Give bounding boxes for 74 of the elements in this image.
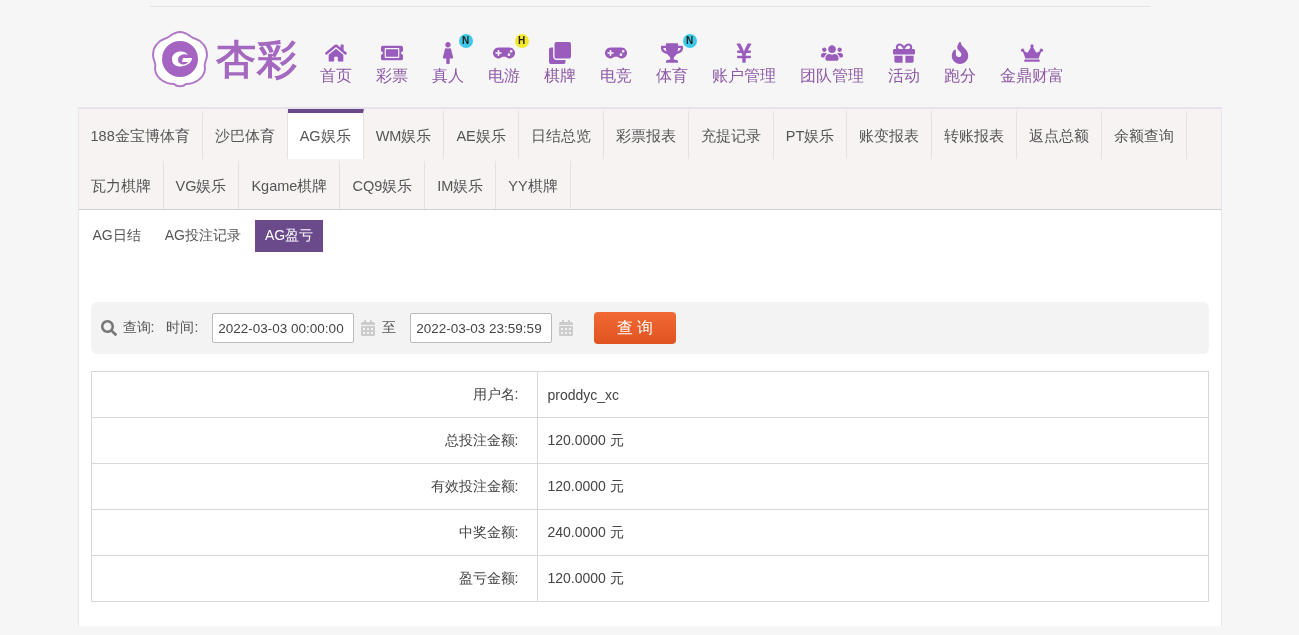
report-tab[interactable]: YY棋牌 xyxy=(496,159,571,209)
report-tab[interactable]: AG娱乐 xyxy=(287,109,364,159)
query-label: 查询: xyxy=(122,319,155,337)
nav-label: 棋牌 xyxy=(543,65,576,86)
nav-item[interactable]: 彩票 xyxy=(363,31,420,87)
nav-item[interactable]: 棋牌 xyxy=(531,31,588,87)
nav-item[interactable]: 首页 xyxy=(307,31,364,87)
nav-icon xyxy=(660,41,683,64)
nav-label: 彩票 xyxy=(375,65,408,86)
logo-emblem-icon xyxy=(149,29,210,89)
nav-item[interactable]: H 电游 xyxy=(475,31,532,87)
report-tab[interactable]: 188金宝博体育 xyxy=(78,109,203,159)
sub-tab[interactable]: AG盈亏 xyxy=(254,220,324,252)
field-label: 有效投注金额: xyxy=(91,464,538,509)
calendar-icon[interactable] xyxy=(360,320,377,336)
nav-label: 团队管理 xyxy=(799,65,864,86)
report-tab[interactable]: 返点总额 xyxy=(1017,109,1103,159)
report-tab[interactable]: 日结总览 xyxy=(518,109,604,159)
field-label: 总投注金额: xyxy=(91,418,538,463)
report-tab[interactable]: PT娱乐 xyxy=(773,109,848,159)
report-tab[interactable]: 充提记录 xyxy=(688,109,774,159)
field-value: proddyc_xc xyxy=(546,385,621,405)
nav-label: 账户管理 xyxy=(711,65,776,86)
nav-icon xyxy=(548,41,571,64)
report-tab[interactable]: WM娱乐 xyxy=(363,109,445,159)
field-value: 120.0000 元 xyxy=(546,430,625,450)
field-label: 用户名: xyxy=(91,372,538,417)
nav-item[interactable]: N 体育 xyxy=(643,31,700,87)
report-tab[interactable]: 转账报表 xyxy=(932,109,1018,159)
time-label: 时间: xyxy=(166,319,199,337)
nav-icon xyxy=(892,41,915,64)
nav-item[interactable]: 活动 xyxy=(875,31,932,87)
nav-item[interactable]: 团队管理 xyxy=(787,31,876,87)
end-time-field[interactable]: 2022-03-03 23:59:59 xyxy=(410,313,553,343)
nav-item[interactable]: N 真人 xyxy=(419,31,476,87)
nav-item[interactable]: 电竞 xyxy=(587,31,644,87)
nav-label: 体育 xyxy=(655,65,688,86)
nav-label: 电竞 xyxy=(599,65,632,86)
sub-tab[interactable]: AG日结 xyxy=(82,220,151,252)
nav-item[interactable]: 账户管理 xyxy=(699,31,788,87)
report-tab[interactable]: Kgame棋牌 xyxy=(239,159,341,209)
field-label: 中奖金额: xyxy=(91,510,538,555)
nav-label: 首页 xyxy=(319,65,352,86)
logo-text[interactable]: 杏彩 xyxy=(215,31,298,87)
report-tab[interactable]: 彩票报表 xyxy=(603,109,689,159)
nav-badge: H xyxy=(514,33,529,48)
report-tab[interactable]: 瓦力棋牌 xyxy=(78,159,164,209)
range-separator: 至 xyxy=(382,319,397,337)
report-tab[interactable]: 余额查询 xyxy=(1102,109,1188,159)
nav-label: 金鼎财富 xyxy=(999,65,1064,86)
nav-label: 跑分 xyxy=(943,65,976,86)
field-label: 盈亏金额: xyxy=(91,556,538,601)
report-tab[interactable]: 沙巴体育 xyxy=(202,109,288,159)
report-tab[interactable]: AE娱乐 xyxy=(444,109,519,159)
nav-badge: N xyxy=(458,33,473,48)
nav-badge: N xyxy=(682,33,697,48)
field-value: 120.0000 元 xyxy=(546,568,625,588)
nav-icon xyxy=(324,41,347,64)
nav-label: 真人 xyxy=(431,65,464,86)
nav-item[interactable]: 跑分 xyxy=(931,31,988,87)
report-tab[interactable]: VG娱乐 xyxy=(163,159,240,209)
nav-item[interactable]: 金鼎财富 xyxy=(987,31,1076,87)
field-value: 240.0000 元 xyxy=(546,522,625,542)
sub-tab[interactable]: AG投注记录 xyxy=(154,220,251,252)
nav-label: 活动 xyxy=(887,65,920,86)
report-tab[interactable]: 账变报表 xyxy=(847,109,933,159)
search-icon xyxy=(100,320,117,336)
calendar-icon[interactable] xyxy=(558,320,575,336)
nav-icon xyxy=(1020,41,1043,64)
field-value: 120.0000 元 xyxy=(546,476,625,496)
report-tab[interactable]: IM娱乐 xyxy=(425,159,497,209)
report-tab[interactable]: CQ9娱乐 xyxy=(340,159,426,209)
nav-label: 电游 xyxy=(487,65,520,86)
start-time-field[interactable]: 2022-03-03 00:00:00 xyxy=(212,313,355,343)
